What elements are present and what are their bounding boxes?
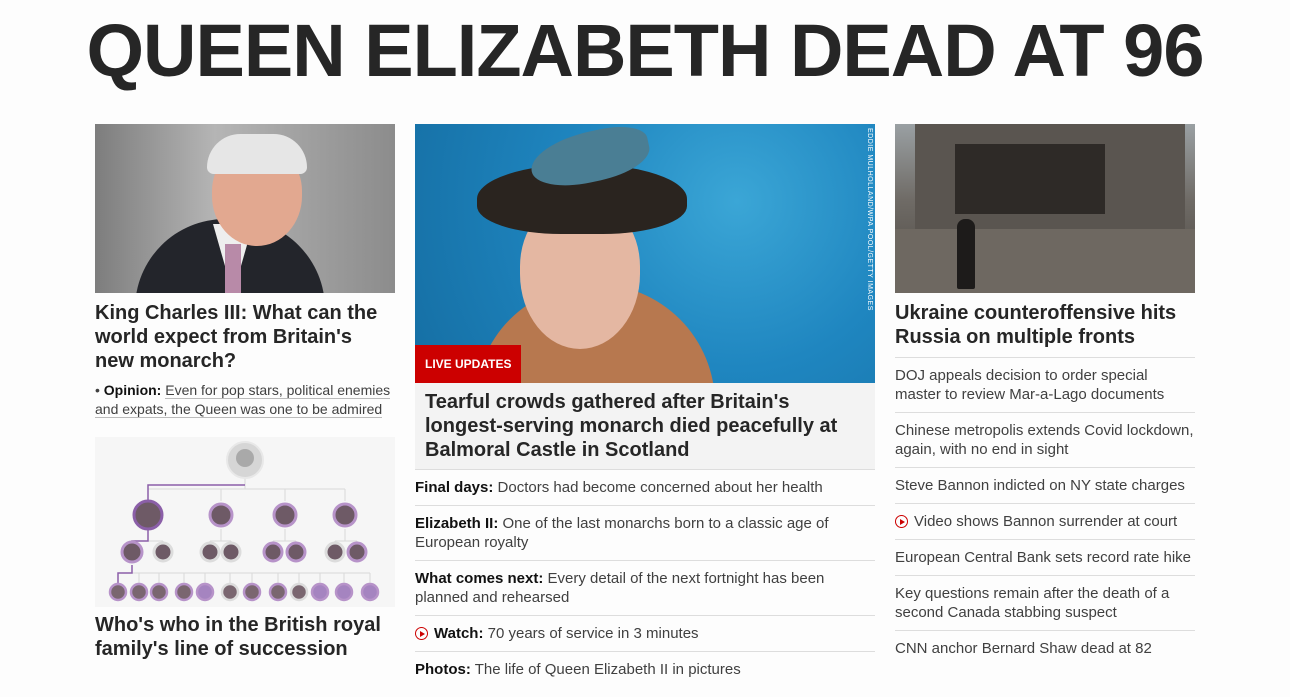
king-charles-photo[interactable]: [95, 124, 395, 293]
opinion-link[interactable]: • Opinion: Even for pop stars, political…: [95, 381, 395, 419]
play-icon: [415, 627, 428, 640]
play-icon: [895, 515, 908, 528]
bullet: •: [95, 382, 104, 398]
related-links-list: Final days: Doctors had become concerned…: [415, 469, 875, 687]
list-item[interactable]: Key questions remain after the death of …: [895, 575, 1195, 630]
list-item[interactable]: European Central Bank sets record rate h…: [895, 539, 1195, 575]
opinion-label: Opinion:: [103, 382, 162, 398]
queen-avatar: [226, 441, 264, 479]
list-item[interactable]: Watch: 70 years of service in 3 minutes: [415, 615, 875, 651]
photo-credit: EDDIE MULHOLLAND/WPA POOL/GETTY IMAGES: [866, 128, 873, 311]
left-column: King Charles III: What can the world exp…: [95, 124, 395, 419]
ukraine-destroyed-building-photo[interactable]: [895, 124, 1195, 293]
list-item[interactable]: CNN anchor Bernard Shaw dead at 82: [895, 630, 1195, 666]
list-item[interactable]: Final days: Doctors had become concerned…: [415, 469, 875, 505]
royal-family-tree-graphic[interactable]: [95, 437, 395, 607]
list-item[interactable]: What comes next: Every detail of the nex…: [415, 560, 875, 615]
royal-succession-headline[interactable]: Who's who in the British royal family's …: [95, 613, 395, 661]
page-headline[interactable]: QUEEN ELIZABETH DEAD AT 96: [0, 10, 1290, 92]
live-updates-badge[interactable]: LIVE UPDATES: [415, 345, 522, 383]
list-item[interactable]: Video shows Bannon surrender at court: [895, 503, 1195, 539]
list-item[interactable]: Steve Bannon indicted on NY state charge…: [895, 467, 1195, 503]
item-label: Photos:: [415, 661, 471, 678]
center-column: EDDIE MULHOLLAND/WPA POOL/GETTY IMAGES L…: [415, 124, 875, 687]
headlines-list: DOJ appeals decision to order special ma…: [895, 357, 1195, 666]
list-item[interactable]: Photos: The life of Queen Elizabeth II i…: [415, 651, 875, 687]
list-item[interactable]: DOJ appeals decision to order special ma…: [895, 357, 1195, 412]
list-item[interactable]: Elizabeth II: One of the last monarchs b…: [415, 505, 875, 560]
ukraine-headline[interactable]: Ukraine counteroffensive hits Russia on …: [895, 301, 1195, 349]
item-label: Watch:: [434, 625, 484, 642]
queen-death-headline[interactable]: Tearful crowds gathered after Britain's …: [415, 383, 875, 469]
item-text: 70 years of service in 3 minutes: [487, 625, 699, 642]
item-text: Doctors had become concerned about her h…: [497, 479, 823, 496]
item-label: Elizabeth II:: [415, 515, 499, 532]
right-column: Ukraine counteroffensive hits Russia on …: [895, 124, 1195, 666]
item-text: The life of Queen Elizabeth II in pictur…: [474, 661, 741, 678]
item-label: What comes next:: [415, 570, 544, 587]
king-charles-headline[interactable]: King Charles III: What can the world exp…: [95, 301, 395, 373]
item-text: Video shows Bannon surrender at court: [914, 513, 1178, 530]
list-item[interactable]: Chinese metropolis extends Covid lockdow…: [895, 412, 1195, 467]
queen-elizabeth-photo[interactable]: EDDIE MULHOLLAND/WPA POOL/GETTY IMAGES L…: [415, 124, 875, 383]
item-label: Final days:: [415, 479, 494, 496]
